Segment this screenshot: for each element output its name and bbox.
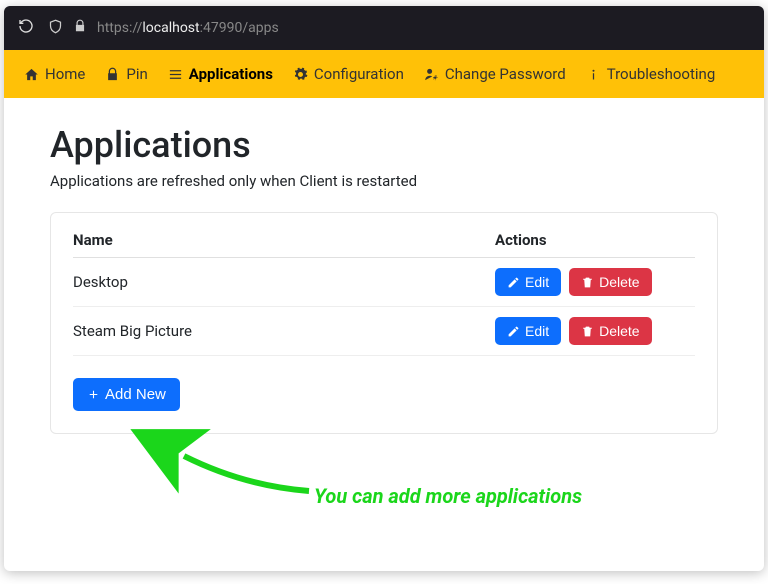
gear-icon — [293, 67, 308, 82]
add-new-label: Add New — [105, 386, 166, 403]
url-bar[interactable]: https://localhost:47990/apps — [48, 19, 279, 38]
url-text: https://localhost:47990/apps — [97, 20, 279, 36]
app-name: Steam Big Picture — [73, 322, 495, 340]
nav-configuration[interactable]: Configuration — [283, 50, 414, 98]
page-title: Applications — [50, 124, 718, 166]
table-header: Name Actions — [73, 231, 695, 258]
nav-home[interactable]: Home — [14, 50, 95, 98]
table-row: Steam Big Picture Edit Delete — [73, 307, 695, 356]
annotation-text: You can add more applications — [314, 484, 582, 508]
plus-icon — [87, 388, 100, 401]
edit-button[interactable]: Edit — [495, 317, 561, 345]
nav-troubleshooting[interactable]: Troubleshooting — [576, 50, 726, 98]
edit-label: Edit — [525, 274, 549, 290]
nav-label: Troubleshooting — [607, 65, 716, 83]
edit-icon — [507, 325, 520, 338]
app-name: Desktop — [73, 273, 495, 291]
nav-change-password[interactable]: Change Password — [414, 50, 576, 98]
nav-label: Configuration — [314, 65, 404, 83]
trash-icon — [581, 325, 594, 338]
page-subtitle: Applications are refreshed only when Cli… — [50, 172, 718, 190]
lock-icon — [105, 67, 120, 82]
nav-label: Change Password — [445, 65, 566, 83]
col-actions-header: Actions — [495, 231, 695, 249]
nav-label: Applications — [189, 65, 273, 83]
list-icon — [168, 67, 183, 82]
table-row: Desktop Edit Delete — [73, 258, 695, 307]
edit-icon — [507, 276, 520, 289]
info-icon — [586, 67, 601, 82]
lock-icon — [73, 19, 87, 37]
home-icon — [24, 67, 39, 82]
refresh-icon[interactable] — [18, 18, 34, 38]
nav-pin[interactable]: Pin — [95, 50, 157, 98]
user-gear-icon — [424, 67, 439, 82]
browser-toolbar: https://localhost:47990/apps — [4, 6, 764, 50]
nav-applications[interactable]: Applications — [158, 50, 283, 98]
col-name-header: Name — [73, 231, 495, 249]
delete-label: Delete — [599, 274, 639, 290]
nav-label: Pin — [126, 65, 147, 83]
delete-label: Delete — [599, 323, 639, 339]
edit-label: Edit — [525, 323, 549, 339]
trash-icon — [581, 276, 594, 289]
nav-label: Home — [45, 65, 85, 83]
add-new-button[interactable]: Add New — [73, 378, 180, 411]
shield-icon — [48, 19, 63, 38]
edit-button[interactable]: Edit — [495, 268, 561, 296]
top-nav: Home Pin Applications Configuration Chan… — [4, 50, 764, 98]
delete-button[interactable]: Delete — [569, 317, 651, 345]
delete-button[interactable]: Delete — [569, 268, 651, 296]
apps-card: Name Actions Desktop Edit Delete — [50, 212, 718, 434]
page-content: Applications Applications are refreshed … — [4, 98, 764, 460]
